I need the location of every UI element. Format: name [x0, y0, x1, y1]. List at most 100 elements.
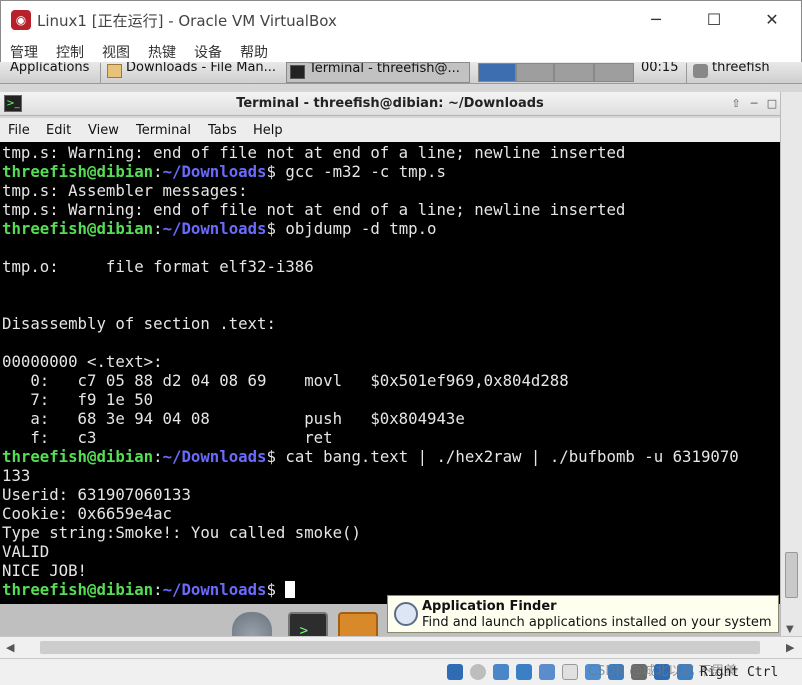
terminal-menu-view[interactable]: View — [88, 123, 119, 138]
prompt-user: threefish@dibian — [2, 219, 154, 238]
terminal-minimize-button[interactable]: ─ — [746, 96, 762, 112]
terminal-output-line: tmp.s: Warning: end of file not at end o… — [2, 143, 626, 162]
terminal-output-line: tmp.o: file format elf32-i386 — [2, 257, 314, 276]
vm-screen[interactable]: Applications Downloads - File Man... Ter… — [0, 62, 802, 658]
prompt-colon: : — [153, 219, 163, 238]
horizontal-scrollbar-thumb[interactable] — [40, 641, 760, 654]
terminal-output-line: 0: c7 05 88 d2 04 08 69 movl $0x501ef969… — [2, 371, 569, 390]
terminal-command-line: threefish@dibian:~/Downloads$ gcc -m32 -… — [2, 162, 780, 181]
terminal-output-line: Userid: 631907060133 — [2, 485, 191, 504]
host-titlebar: ◉ Linux1 [正在运行] - Oracle VM VirtualBox ─… — [0, 0, 802, 38]
terminal-menu-file[interactable]: File — [8, 123, 30, 138]
command-text: objdump -d tmp.o — [285, 219, 437, 238]
terminal-output-line: 7: f9 1e 50 — [2, 390, 154, 409]
terminal-output-line: f: c3 ret — [2, 428, 333, 447]
xfce-top-panel: Applications Downloads - File Man... Ter… — [0, 62, 802, 84]
prompt-user: threefish@dibian — [2, 580, 154, 599]
host-horizontal-scrollbar[interactable]: ◀ ▶ — [0, 636, 802, 658]
scroll-down-arrow-icon[interactable]: ▼ — [786, 624, 794, 635]
prompt-dollar: $ — [266, 447, 286, 466]
terminal-menu-tabs[interactable]: Tabs — [208, 123, 237, 138]
virtualbox-icon: ◉ — [11, 10, 31, 30]
panel-user-menu[interactable]: threefish — [690, 62, 802, 83]
applications-label: Applications — [10, 62, 90, 75]
prompt-colon: : — [153, 447, 163, 466]
hard-disk-icon[interactable] — [447, 664, 463, 680]
workspace-4[interactable] — [594, 63, 634, 82]
usb-icon[interactable] — [539, 664, 555, 680]
shared-folders-icon[interactable] — [562, 664, 578, 680]
shade-button[interactable]: ⇧ — [728, 96, 744, 112]
terminal-output[interactable]: tmp.s: Warning: end of file not at end o… — [0, 142, 780, 604]
scroll-left-arrow-icon[interactable]: ◀ — [6, 641, 14, 654]
panel-clock[interactable]: 00:15 — [638, 62, 686, 83]
prompt-dollar: $ — [266, 219, 286, 238]
command-text: cat bang.text | ./hex2raw | ./bufbomb -u… — [285, 447, 739, 466]
application-finder-tooltip: Application Finder Find and launch appli… — [387, 595, 779, 633]
folder-icon — [107, 64, 122, 78]
terminal-output-line: Disassembly of section .text: — [2, 314, 276, 333]
terminal-output-line: 00000000 <.text>: — [2, 352, 163, 371]
taskbar-terminal[interactable]: Terminal - threefish@... — [286, 62, 470, 83]
terminal-cursor — [285, 581, 296, 598]
terminal-window-title: Terminal - threefish@dibian: ~/Downloads — [236, 96, 544, 111]
tooltip-description: Find and launch applications installed o… — [422, 615, 772, 630]
workspace-1[interactable] — [478, 63, 516, 82]
workspace-3[interactable] — [554, 63, 594, 82]
taskbar-file-manager[interactable]: Downloads - File Man... — [104, 62, 284, 83]
optical-drive-icon[interactable] — [470, 664, 486, 680]
prompt-colon: : — [153, 580, 163, 599]
prompt-dollar: $ — [266, 580, 286, 599]
terminal-menu-help[interactable]: Help — [253, 123, 283, 138]
host-menu-view[interactable]: 视图 — [102, 42, 130, 62]
audio-icon[interactable] — [493, 664, 509, 680]
host-menu-control[interactable]: 控制 — [56, 42, 84, 62]
scrollbar-thumb[interactable] — [785, 552, 798, 598]
maximize-button[interactable]: ☐ — [691, 5, 737, 35]
terminal-scrollbar[interactable] — [780, 92, 802, 604]
close-button[interactable]: ✕ — [749, 5, 795, 35]
command-text: gcc -m32 -c tmp.s — [285, 162, 446, 181]
terminal-titlebar[interactable]: >_ Terminal - threefish@dibian: ~/Downlo… — [0, 92, 780, 116]
prompt-user: threefish@dibian — [2, 447, 154, 466]
network-icon[interactable] — [516, 664, 532, 680]
applications-menu[interactable]: Applications — [0, 62, 100, 83]
prompt-path: ~/Downloads — [162, 447, 267, 466]
virtualbox-statusbar: CSDN @城北以北 不思美 Right Ctrl — [0, 658, 802, 685]
terminal-menu-edit[interactable]: Edit — [46, 123, 71, 138]
prompt-dollar: $ — [266, 162, 286, 181]
magnifier-icon — [394, 602, 418, 626]
panel-user-label: threefish — [712, 62, 770, 75]
minimize-button[interactable]: ─ — [633, 5, 679, 35]
host-menu-manage[interactable]: 管理 — [10, 42, 38, 62]
prompt-path: ~/Downloads — [162, 162, 267, 181]
host-menu-devices[interactable]: 设备 — [194, 42, 222, 62]
terminal-output-line: Type string:Smoke!: You called smoke() — [2, 523, 361, 542]
terminal-menu-terminal[interactable]: Terminal — [136, 123, 191, 138]
host-menu-help[interactable]: 帮助 — [240, 42, 268, 62]
host-menu-hotkey[interactable]: 热键 — [148, 42, 176, 62]
terminal-output-line: a: 68 3e 94 04 08 push $0x804943e — [2, 409, 465, 428]
terminal-output-line: Cookie: 0x6659e4ac — [2, 504, 173, 523]
terminal-output-line: tmp.s: Assembler messages: — [2, 181, 248, 200]
host-menubar: 管理 控制 视图 热键 设备 帮助 — [0, 38, 802, 62]
terminal-command-line: threefish@dibian:~/Downloads$ objdump -d… — [2, 219, 780, 238]
prompt-user: threefish@dibian — [2, 162, 154, 181]
terminal-output-line: NICE JOB! — [2, 561, 88, 580]
prompt-colon: : — [153, 162, 163, 181]
panel-separator — [100, 63, 101, 83]
terminal-output-line: 133 — [2, 466, 31, 485]
terminal-maximize-button[interactable]: □ — [764, 96, 780, 112]
user-icon — [693, 64, 708, 78]
terminal-menubar: File Edit View Terminal Tabs Help — [0, 118, 780, 142]
prompt-path: ~/Downloads — [162, 219, 267, 238]
workspace-2[interactable] — [516, 63, 554, 82]
terminal-icon — [290, 65, 305, 79]
taskbar-file-manager-label: Downloads - File Man... — [126, 62, 277, 75]
host-key-label: Right Ctrl — [700, 665, 779, 680]
scroll-right-arrow-icon[interactable]: ▶ — [786, 641, 794, 654]
